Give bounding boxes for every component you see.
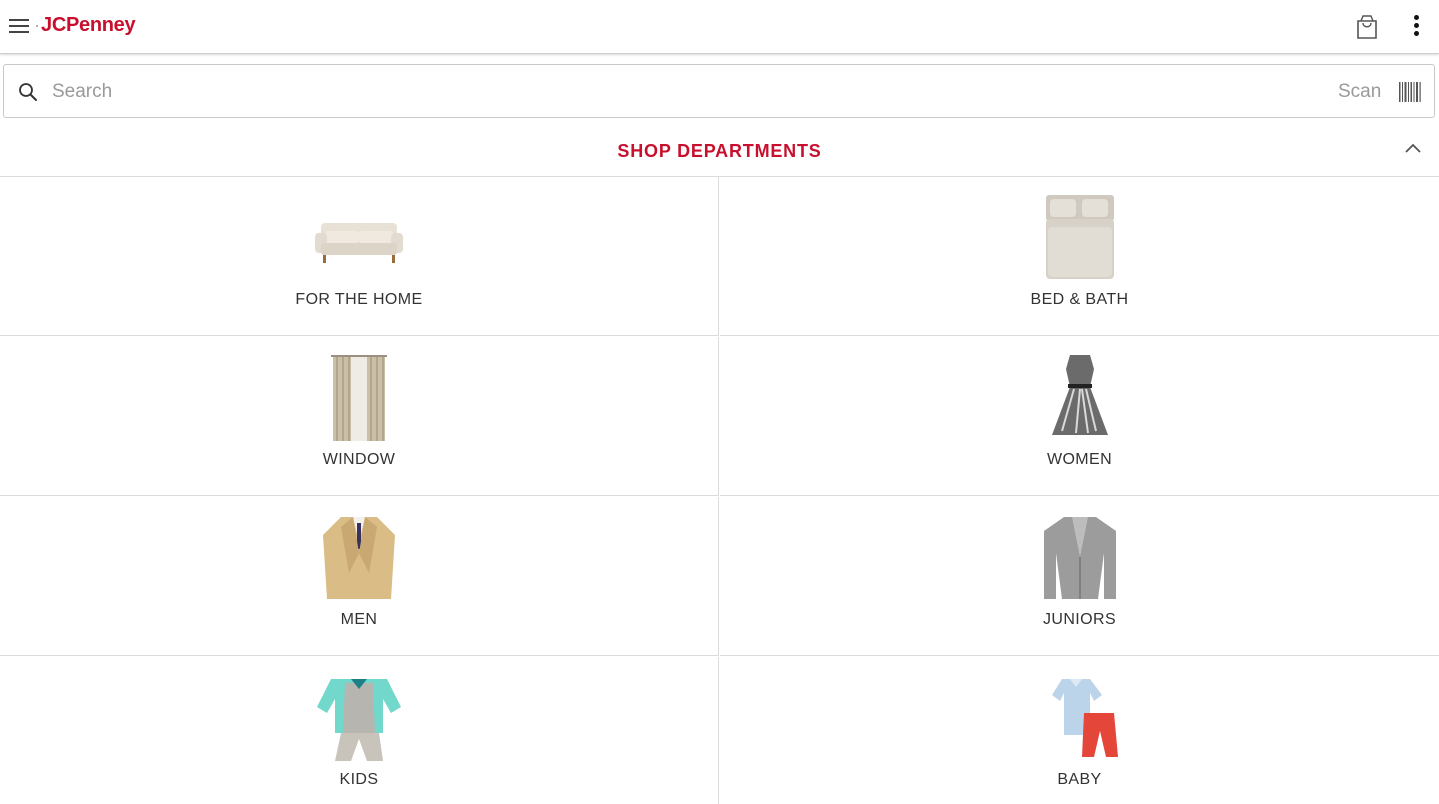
shop-departments-header[interactable]: SHOP DEPARTMENTS: [0, 128, 1439, 177]
department-tile-men[interactable]: MEN: [0, 497, 719, 656]
department-label: JUNIORS: [1042, 611, 1117, 628]
department-label: FOR THE HOME: [295, 291, 423, 308]
brand-logo[interactable]: JCPenney: [41, 14, 136, 37]
curtain-image: [331, 355, 387, 441]
search-bar: Scan: [3, 64, 1435, 118]
department-label: BED & BATH: [1030, 291, 1129, 308]
department-label: MEN: [340, 611, 378, 628]
department-tile-baby[interactable]: BABY: [720, 657, 1439, 804]
search-icon: [19, 83, 37, 101]
bed-image: [1045, 195, 1114, 279]
kids-outfit-image: [317, 679, 401, 761]
department-tile-juniors[interactable]: JUNIORS: [720, 497, 1439, 656]
menu-dot: [36, 25, 38, 27]
scan-button[interactable]: Scan: [1338, 81, 1381, 103]
app-bar: JCPenney: [0, 0, 1439, 54]
section-title: SHOP DEPARTMENTS: [617, 141, 822, 161]
cardigan-image: [1043, 517, 1116, 599]
chevron-up-icon[interactable]: [1404, 142, 1422, 154]
department-label: KIDS: [339, 771, 379, 788]
sofa-image: [315, 223, 403, 263]
blazer-image: [323, 517, 395, 599]
department-label: WINDOW: [322, 451, 396, 468]
department-tile-window[interactable]: WINDOW: [0, 337, 719, 496]
dress-image: [1051, 355, 1108, 435]
department-grid: FOR THE HOME BED & BATH WINDOW WOMEN MEN…: [0, 177, 1439, 804]
department-tile-for-the-home[interactable]: FOR THE HOME: [0, 177, 719, 336]
search-input[interactable]: [50, 75, 1254, 109]
more-vert-icon[interactable]: [1407, 13, 1425, 39]
department-tile-bed-bath[interactable]: BED & BATH: [720, 177, 1439, 336]
department-tile-kids[interactable]: KIDS: [0, 657, 719, 804]
department-label: BABY: [1057, 771, 1102, 788]
barcode-icon[interactable]: [1398, 82, 1422, 102]
department-tile-women[interactable]: WOMEN: [720, 337, 1439, 496]
baby-outfit-image: [1051, 679, 1118, 757]
shopping-bag-icon[interactable]: [1355, 14, 1379, 40]
hamburger-menu-icon[interactable]: [9, 17, 29, 35]
department-label: WOMEN: [1046, 451, 1113, 468]
